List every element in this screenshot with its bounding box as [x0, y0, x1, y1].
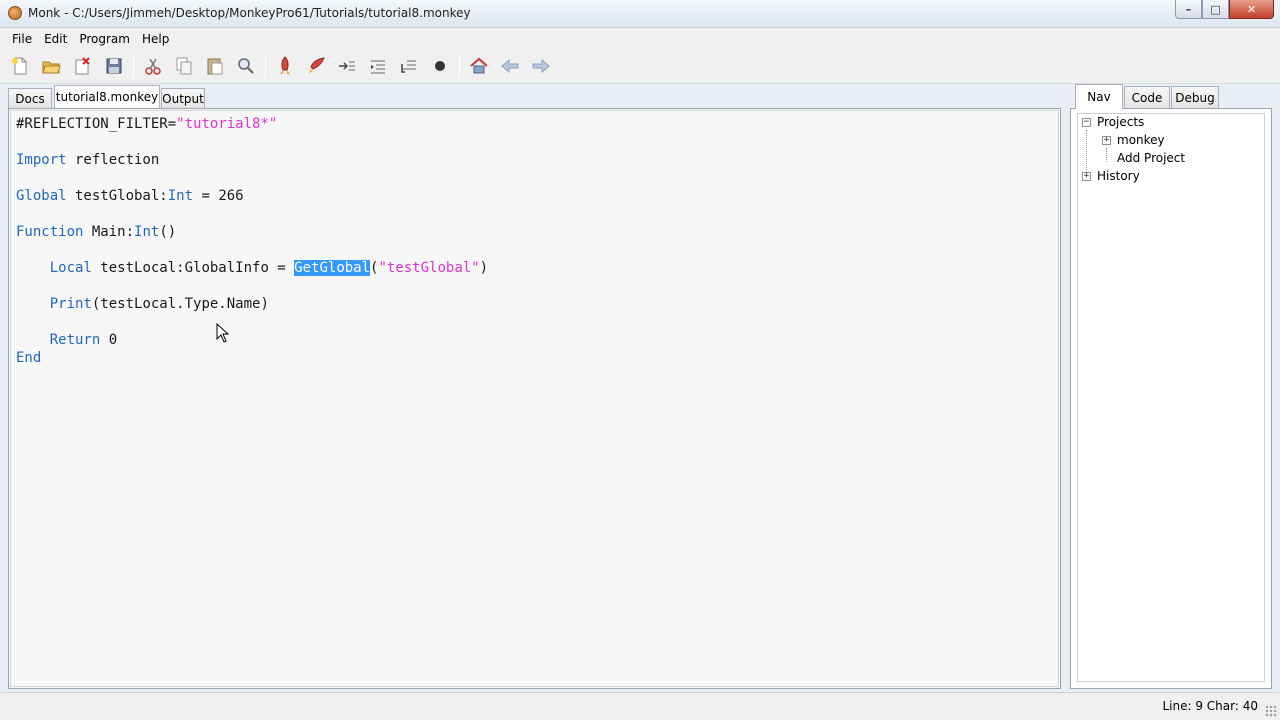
tree-line: [1106, 148, 1107, 162]
minimize-button[interactable]: –: [1175, 0, 1202, 19]
code-text: ): [479, 260, 489, 276]
status-bar: Line: 9 Char: 40: [0, 692, 1280, 720]
home-icon[interactable]: [467, 55, 491, 77]
step-icon[interactable]: [335, 55, 359, 77]
code-line-13: Return 0: [16, 332, 117, 348]
toolbar: [0, 49, 1280, 84]
code-text: testLocal:GlobalInfo =: [91, 260, 295, 276]
selected-text[interactable]: GetGlobal: [294, 260, 371, 276]
code-line-14: End: [16, 350, 41, 366]
menu-edit[interactable]: Edit: [38, 32, 73, 46]
paste-icon[interactable]: [203, 55, 227, 77]
keyword: Int: [134, 224, 160, 240]
code-text: (): [159, 224, 177, 240]
window-controls: – □ ✕: [1175, 0, 1274, 20]
toolbar-separator: [133, 55, 134, 79]
nav-panel: − Projects + monkey Add Project + Histor…: [1070, 108, 1272, 689]
expand-monkey-icon[interactable]: +: [1102, 136, 1111, 145]
code-line-1: #REFLECTION_FILTER="tutorial8*": [16, 116, 277, 132]
keyword: Print: [49, 296, 92, 312]
menu-bar: File Edit Program Help: [0, 28, 1280, 49]
tab-code[interactable]: Code: [1124, 86, 1170, 108]
open-folder-icon[interactable]: [39, 55, 63, 77]
maximize-button[interactable]: □: [1202, 0, 1229, 19]
keyword: Return: [49, 332, 101, 348]
cut-icon[interactable]: [141, 55, 165, 77]
string-literal: "testGlobal": [378, 260, 480, 276]
build-icon[interactable]: [273, 55, 297, 77]
tab-tutorial8-monkey[interactable]: tutorial8.monkey: [54, 85, 160, 108]
menu-program[interactable]: Program: [73, 32, 136, 46]
save-icon[interactable]: [102, 55, 126, 77]
code-text: Main:: [83, 224, 135, 240]
new-file-icon[interactable]: [8, 55, 32, 77]
code-text: reflection: [66, 152, 160, 168]
editor-viewport: #REFLECTION_FILTER="tutorial8*" Import r…: [10, 110, 1059, 687]
tab-docs[interactable]: Docs: [8, 88, 52, 108]
code-line-9: Local testLocal:GlobalInfo = GetGlobal("…: [16, 260, 488, 276]
preprocessor-directive: #REFLECTION_FILTER=: [16, 116, 177, 132]
code-line-7: Function Main:Int(): [16, 224, 176, 240]
tab-nav[interactable]: Nav: [1075, 84, 1123, 109]
find-icon[interactable]: [234, 55, 258, 77]
code-text: 0: [100, 332, 118, 348]
menu-file[interactable]: File: [6, 32, 38, 46]
code-text: (testLocal.Type.Name): [91, 296, 269, 312]
code-text: = 266: [193, 188, 244, 204]
build-run-icon[interactable]: [304, 55, 328, 77]
toolbar-separator: [265, 55, 266, 79]
tree-item-projects[interactable]: Projects: [1097, 115, 1144, 129]
tab-debug[interactable]: Debug: [1171, 86, 1219, 108]
code-line-11: Print(testLocal.Type.Name): [16, 296, 269, 312]
keyword: End: [16, 350, 42, 366]
keyword: Int: [167, 188, 194, 204]
tab-output[interactable]: Output: [161, 88, 205, 108]
close-window-button[interactable]: ✕: [1229, 0, 1274, 19]
window-title: Monk - C:/Users/Jimmeh/Desktop/MonkeyPro…: [28, 6, 471, 20]
step-in-icon[interactable]: [366, 55, 390, 77]
tree-item-history[interactable]: History: [1097, 169, 1140, 183]
toolbar-separator: [459, 55, 460, 79]
step-out-icon[interactable]: [397, 55, 421, 77]
title-bar: Monk - C:/Users/Jimmeh/Desktop/MonkeyPro…: [0, 0, 1280, 28]
keyword: Local: [49, 260, 92, 276]
cursor-position: Line: 9 Char: 40: [1162, 699, 1258, 713]
code-text: testGlobal:: [66, 188, 168, 204]
tree-item-monkey[interactable]: monkey: [1117, 133, 1165, 147]
back-icon[interactable]: [498, 55, 522, 77]
expand-history-icon[interactable]: +: [1082, 172, 1091, 181]
code-editor[interactable]: #REFLECTION_FILTER="tutorial8*" Import r…: [8, 108, 1061, 689]
stop-icon[interactable]: [428, 55, 452, 77]
tree-item-add-project[interactable]: Add Project: [1117, 151, 1185, 165]
menu-help[interactable]: Help: [136, 32, 175, 46]
code-line-5: Global testGlobal:Int = 266: [16, 188, 244, 204]
monk-app-icon: [8, 6, 22, 20]
resize-grip-icon[interactable]: [1265, 705, 1277, 717]
copy-icon[interactable]: [172, 55, 196, 77]
keyword: Function: [16, 224, 84, 240]
string-literal: "tutorial8*": [176, 116, 278, 132]
project-tree: − Projects + monkey Add Project + Histor…: [1077, 113, 1265, 682]
mouse-pointer-icon: [216, 323, 230, 343]
forward-icon[interactable]: [529, 55, 553, 77]
keyword: Import: [16, 152, 67, 168]
close-file-icon[interactable]: [70, 55, 94, 77]
collapse-projects-icon[interactable]: −: [1082, 118, 1091, 127]
code-line-3: Import reflection: [16, 152, 159, 168]
keyword: Global: [16, 188, 67, 204]
